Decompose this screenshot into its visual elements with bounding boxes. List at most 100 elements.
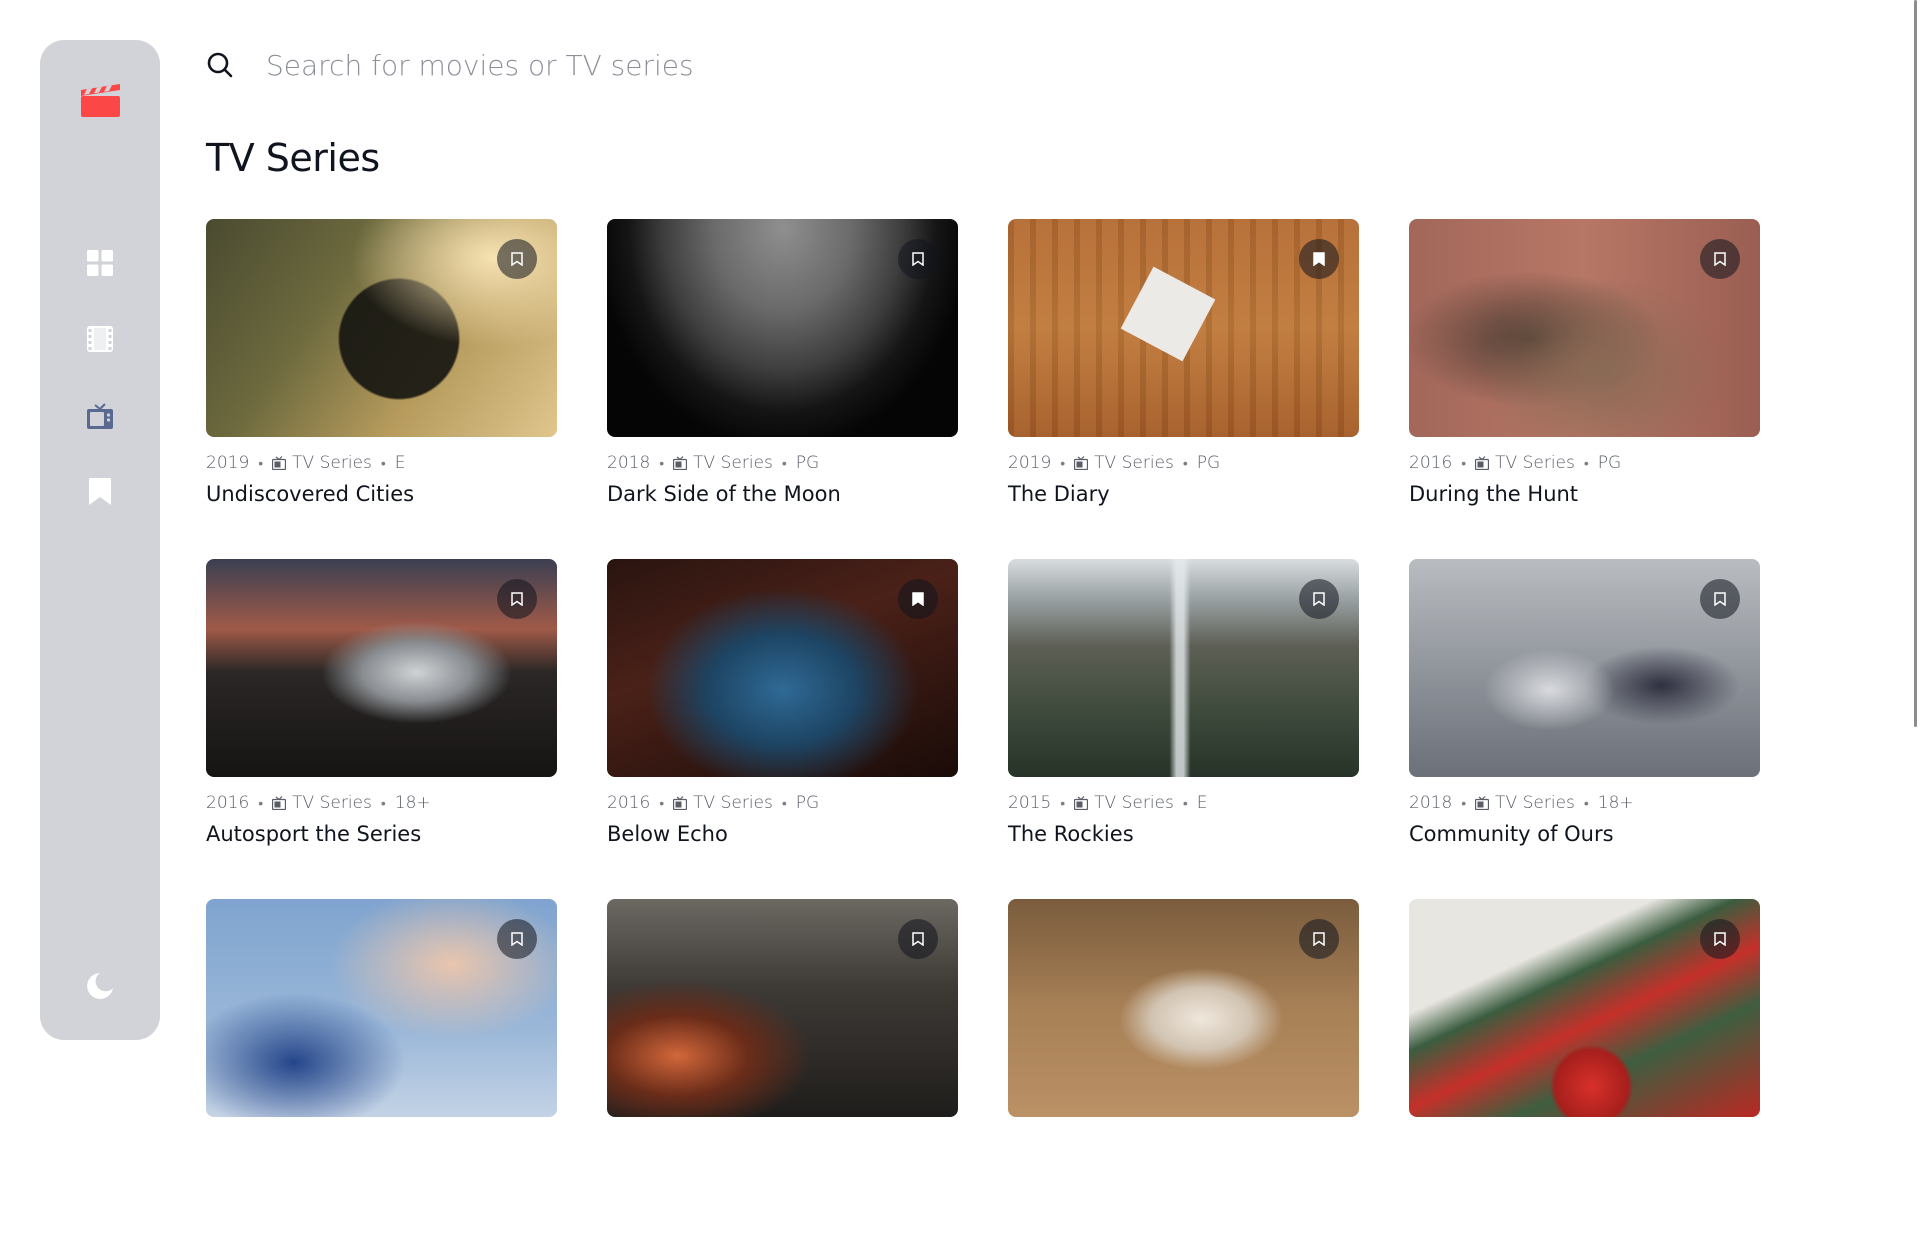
meta-separator: • <box>380 455 386 472</box>
bookmark-button[interactable] <box>898 579 938 619</box>
tv-category-icon <box>272 796 287 810</box>
media-card[interactable]: 2019 • TV Series • PG The Diary <box>1008 219 1359 559</box>
meta-separator: • <box>380 795 386 812</box>
bookmark-empty-icon <box>511 592 523 606</box>
theme-toggle-button[interactable] <box>82 968 118 1004</box>
media-card[interactable] <box>1008 899 1359 1239</box>
grid-icon <box>87 250 113 276</box>
card-thumbnail[interactable] <box>1008 899 1359 1117</box>
bookmark-button[interactable] <box>1299 239 1339 279</box>
meta-separator: • <box>258 795 264 812</box>
bookmark-button[interactable] <box>1700 579 1740 619</box>
sidebar-item-home[interactable] <box>84 247 116 279</box>
card-meta: 2016 • TV Series • 18+ <box>206 792 557 814</box>
bookmark-button[interactable] <box>898 919 938 959</box>
media-card[interactable]: 2016 • TV Series • PG During the Hunt <box>1409 219 1760 559</box>
meta-separator: • <box>1461 795 1467 812</box>
bookmark-filled-icon <box>1313 252 1325 266</box>
clapperboard-icon[interactable] <box>81 84 120 117</box>
meta-separator: • <box>1182 795 1188 812</box>
media-card[interactable]: 2016 • TV Series • PG Below Echo <box>607 559 958 899</box>
card-title[interactable]: During the Hunt <box>1409 482 1760 506</box>
meta-separator: • <box>258 455 264 472</box>
tv-category-icon <box>1475 456 1490 470</box>
card-thumbnail[interactable] <box>206 219 557 437</box>
meta-separator: • <box>781 455 787 472</box>
card-title[interactable]: Below Echo <box>607 822 958 846</box>
sidebar-item-tv-series[interactable] <box>84 400 116 432</box>
bookmark-button[interactable] <box>1700 919 1740 959</box>
card-year: 2019 <box>1008 453 1052 473</box>
card-title[interactable]: Autosport the Series <box>206 822 557 846</box>
meta-separator: • <box>659 795 665 812</box>
card-year: 2018 <box>1409 793 1453 813</box>
card-category: TV Series <box>1094 793 1174 813</box>
card-rating: 18+ <box>1597 793 1634 813</box>
card-rating: 18+ <box>394 793 431 813</box>
card-thumbnail[interactable] <box>1008 219 1359 437</box>
card-year: 2015 <box>1008 793 1052 813</box>
card-title[interactable]: The Diary <box>1008 482 1359 506</box>
sidebar-item-movies[interactable] <box>84 323 116 355</box>
card-category: TV Series <box>693 453 773 473</box>
media-card[interactable]: 2015 • TV Series • E The Rockies <box>1008 559 1359 899</box>
bookmark-button[interactable] <box>1700 239 1740 279</box>
media-card[interactable] <box>1409 899 1760 1239</box>
bookmark-empty-icon <box>1313 932 1325 946</box>
meta-separator: • <box>781 795 787 812</box>
card-title[interactable]: The Rockies <box>1008 822 1359 846</box>
media-card[interactable]: 2019 • TV Series • E Undiscovered Cities <box>206 219 557 559</box>
bookmark-button[interactable] <box>497 239 537 279</box>
media-card[interactable]: 2018 • TV Series • PG Dark Side of the M… <box>607 219 958 559</box>
bookmark-button[interactable] <box>898 239 938 279</box>
card-title[interactable]: Community of Ours <box>1409 822 1760 846</box>
card-thumbnail[interactable] <box>1409 219 1760 437</box>
meta-separator: • <box>659 455 665 472</box>
card-rating: PG <box>1597 453 1622 473</box>
meta-separator: • <box>1583 455 1589 472</box>
card-meta: 2019 • TV Series • PG <box>1008 452 1359 474</box>
page-title: TV Series <box>206 136 380 180</box>
bookmark-button[interactable] <box>1299 579 1339 619</box>
page-scrollbar[interactable] <box>1912 0 1920 1080</box>
media-card[interactable]: 2018 • TV Series • 18+ Community of Ours <box>1409 559 1760 899</box>
search-input[interactable] <box>266 48 1166 82</box>
card-rating: PG <box>1196 453 1221 473</box>
tv-category-icon <box>673 796 688 810</box>
card-meta: 2016 • TV Series • PG <box>1409 452 1760 474</box>
meta-separator: • <box>1060 455 1066 472</box>
card-thumbnail[interactable] <box>206 559 557 777</box>
card-rating: E <box>1196 793 1208 813</box>
card-title[interactable]: Undiscovered Cities <box>206 482 557 506</box>
scrollbar-thumb[interactable] <box>1914 0 1917 727</box>
card-thumbnail[interactable] <box>607 219 958 437</box>
media-card[interactable]: 2016 • TV Series • 18+ Autosport the Ser… <box>206 559 557 899</box>
media-card[interactable] <box>607 899 958 1239</box>
card-rating: PG <box>795 453 820 473</box>
bookmark-empty-icon <box>912 932 924 946</box>
card-category: TV Series <box>1495 453 1575 473</box>
sidebar-item-bookmarks[interactable] <box>84 476 116 508</box>
bookmark-button[interactable] <box>497 579 537 619</box>
bookmark-filled-icon <box>912 592 924 606</box>
card-year: 2016 <box>1409 453 1453 473</box>
card-thumbnail[interactable] <box>607 899 958 1117</box>
moon-icon <box>87 973 113 999</box>
card-thumbnail[interactable] <box>1409 899 1760 1117</box>
film-icon <box>87 326 113 352</box>
meta-separator: • <box>1461 455 1467 472</box>
tv-category-icon <box>1475 796 1490 810</box>
card-thumbnail[interactable] <box>206 899 557 1117</box>
card-thumbnail[interactable] <box>607 559 958 777</box>
card-thumbnail[interactable] <box>1409 559 1760 777</box>
tv-category-icon <box>673 456 688 470</box>
meta-separator: • <box>1060 795 1066 812</box>
card-title[interactable]: Dark Side of the Moon <box>607 482 958 506</box>
card-year: 2016 <box>206 793 250 813</box>
card-category: TV Series <box>1495 793 1575 813</box>
bookmark-button[interactable] <box>1299 919 1339 959</box>
bookmark-button[interactable] <box>497 919 537 959</box>
card-thumbnail[interactable] <box>1008 559 1359 777</box>
bookmark-empty-icon <box>511 932 523 946</box>
media-card[interactable] <box>206 899 557 1239</box>
